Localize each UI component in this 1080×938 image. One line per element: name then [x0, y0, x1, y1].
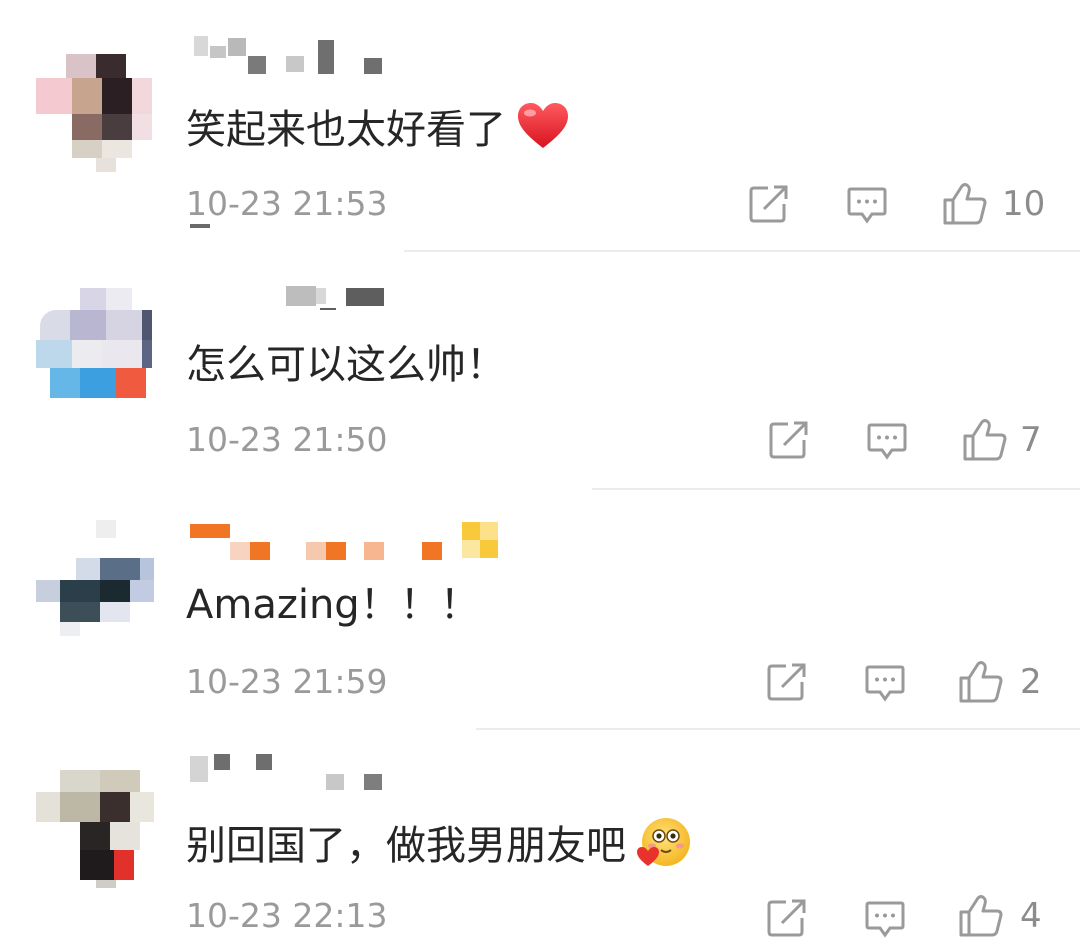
comment-time: 10-23 22:13 [186, 896, 388, 935]
repost-button[interactable] [766, 898, 808, 938]
comment-text: 怎么可以这么帅！ [186, 342, 506, 388]
repost-button[interactable] [766, 662, 808, 702]
share-square-arrow-icon [767, 899, 806, 937]
comment-bubble-icon [847, 187, 887, 224]
comment-time: 10-23 21:50 [186, 420, 388, 459]
like-count: 2 [1020, 662, 1042, 702]
thumbs-up-icon [963, 419, 1007, 461]
like-button[interactable] [958, 660, 1004, 704]
comment-item: 笑起来也太好看了 10-23 21:53 10 [0, 0, 1080, 252]
avatar[interactable] [36, 54, 154, 172]
avatar[interactable] [36, 520, 154, 638]
username-blurred[interactable] [186, 286, 386, 326]
comment-item: Amazing！！！ 10-23 21:59 2 [0, 490, 1080, 730]
thumbs-up-icon [959, 895, 1003, 937]
reply-button[interactable] [864, 900, 906, 938]
in-love-face-emoji [636, 814, 692, 882]
comment-text-content: 别回国了，做我男朋友吧 [186, 823, 626, 869]
share-square-arrow-icon [767, 663, 806, 701]
share-square-arrow-icon [749, 185, 788, 223]
comment-item: 怎么可以这么帅！ 10-23 21:50 7 [0, 252, 1080, 490]
like-count: 10 [1002, 184, 1046, 224]
avatar[interactable] [36, 288, 154, 406]
like-button[interactable] [958, 894, 1004, 938]
comment-text-content: 笑起来也太好看了 [186, 107, 506, 153]
thumbs-up-icon [959, 661, 1003, 703]
comment-time: 10-23 21:53 [186, 184, 388, 223]
repost-button[interactable] [768, 420, 810, 460]
comment-bubble-icon [865, 901, 905, 938]
comment-text: 别回国了，做我男朋友吧 [186, 814, 692, 882]
comment-bubble-icon [865, 665, 905, 702]
repost-button[interactable] [748, 184, 790, 224]
username-blurred[interactable] [186, 750, 386, 790]
reply-button[interactable] [846, 186, 888, 226]
avatar[interactable] [36, 770, 154, 888]
share-square-arrow-icon [769, 421, 808, 459]
underline-mark [190, 224, 210, 228]
comment-time: 10-23 21:59 [186, 662, 388, 701]
like-count: 4 [1020, 896, 1042, 936]
like-button[interactable] [962, 418, 1008, 462]
reply-button[interactable] [864, 664, 906, 704]
heart-emoji [516, 102, 570, 162]
comment-text: 笑起来也太好看了 [186, 102, 570, 162]
like-button[interactable] [942, 182, 988, 226]
thumbs-up-icon [943, 183, 987, 225]
like-count: 7 [1020, 420, 1042, 460]
comment-text: Amazing！！！ [186, 582, 480, 628]
username-blurred[interactable] [186, 36, 386, 76]
username-blurred[interactable] [186, 520, 506, 560]
reply-button[interactable] [866, 422, 908, 462]
comment-item: 别回国了，做我男朋友吧 10-23 22:13 4 [0, 730, 1080, 938]
comment-bubble-icon [867, 423, 907, 460]
